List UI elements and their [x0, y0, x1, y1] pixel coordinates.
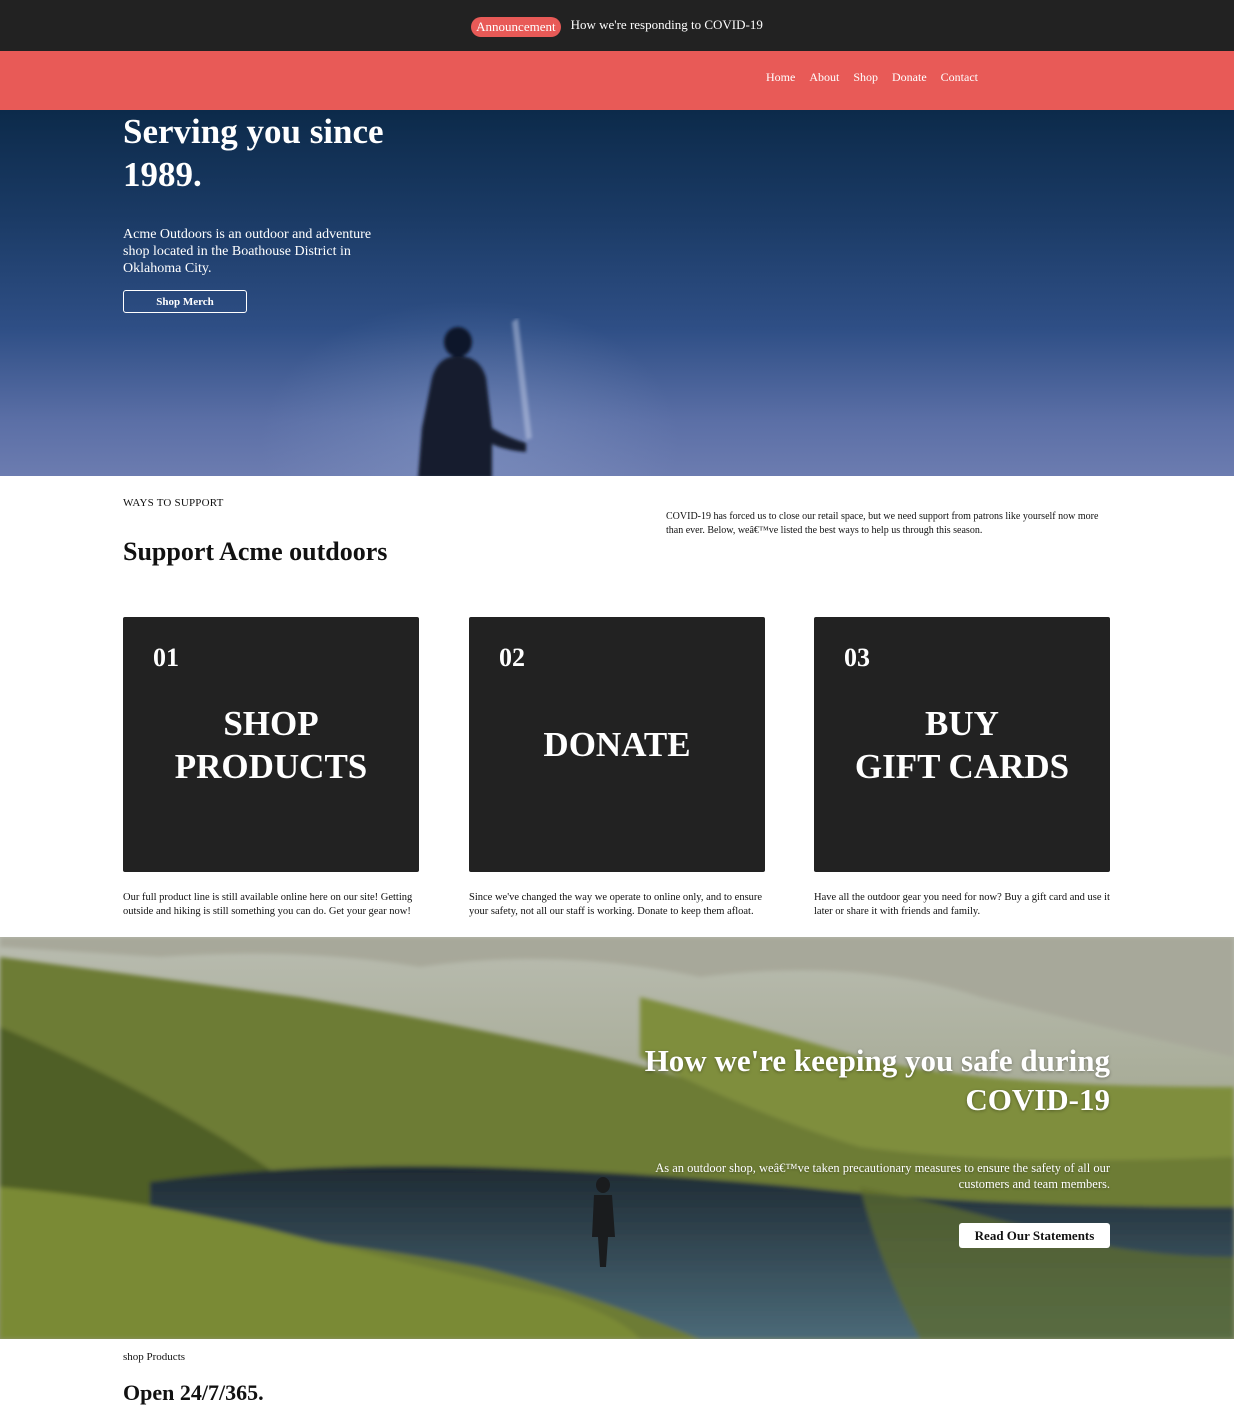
gift-cards-card[interactable]: 03 BUY GIFT CARDS [814, 617, 1110, 872]
announcement-badge: Announcement [471, 16, 561, 37]
support-title: Support Acme outdoors [123, 537, 388, 566]
nav-links: Home About Shop Donate Contact [766, 70, 978, 85]
safety-banner: How we're keeping you safe during COVID-… [0, 937, 1234, 1339]
hero-title: Serving you since 1989. [123, 112, 384, 194]
support-intro: COVID-19 has forced us to close our reta… [666, 511, 1099, 536]
support-eyebrow: WAYS TO SUPPORT [123, 497, 224, 509]
nav-item-home[interactable]: Home [766, 70, 795, 85]
nav-item-shop[interactable]: Shop [853, 70, 878, 85]
safety-description: As an outdoor shop, weâ€™ve taken precau… [655, 1161, 1110, 1191]
mountain-lake-image [0, 937, 1234, 1339]
hero-description: Acme Outdoors is an outdoor and adventur… [123, 227, 372, 276]
card-label: BUY GIFT CARDS [854, 703, 1070, 786]
announcement-link[interactable]: How we're responding to COVID-19 [571, 17, 763, 33]
card-label: SHOP PRODUCTS [174, 703, 368, 786]
read-statements-button[interactable]: Read Our Statements [959, 1223, 1110, 1248]
card-description: Have all the outdoor gear you need for n… [814, 892, 1110, 917]
main-nav: Home About Shop Donate Contact [0, 51, 1234, 110]
donate-card[interactable]: 02 DONATE [469, 617, 765, 872]
safety-title: How we're keeping you safe during COVID-… [644, 1043, 1110, 1117]
nav-item-contact[interactable]: Contact [941, 70, 978, 85]
hero-section: Serving you since 1989. Acme Outdoors is… [0, 110, 1234, 476]
card-description: Since we've changed the way we operate t… [469, 892, 763, 917]
card-description: Our full product line is still available… [123, 892, 413, 917]
nav-item-about[interactable]: About [809, 70, 839, 85]
shop-products-card[interactable]: 01 SHOP PRODUCTS [123, 617, 419, 872]
shop-eyebrow: shop Products [123, 1351, 186, 1363]
shop-merch-button[interactable]: Shop Merch [123, 290, 247, 313]
nav-item-donate[interactable]: Donate [892, 70, 927, 85]
announcement-bar: Announcement How we're responding to COV… [0, 0, 1234, 51]
hero-hiker-image [418, 318, 532, 476]
shop-title: Open 24/7/365. [123, 1380, 264, 1405]
card-label: DONATE [543, 725, 691, 764]
